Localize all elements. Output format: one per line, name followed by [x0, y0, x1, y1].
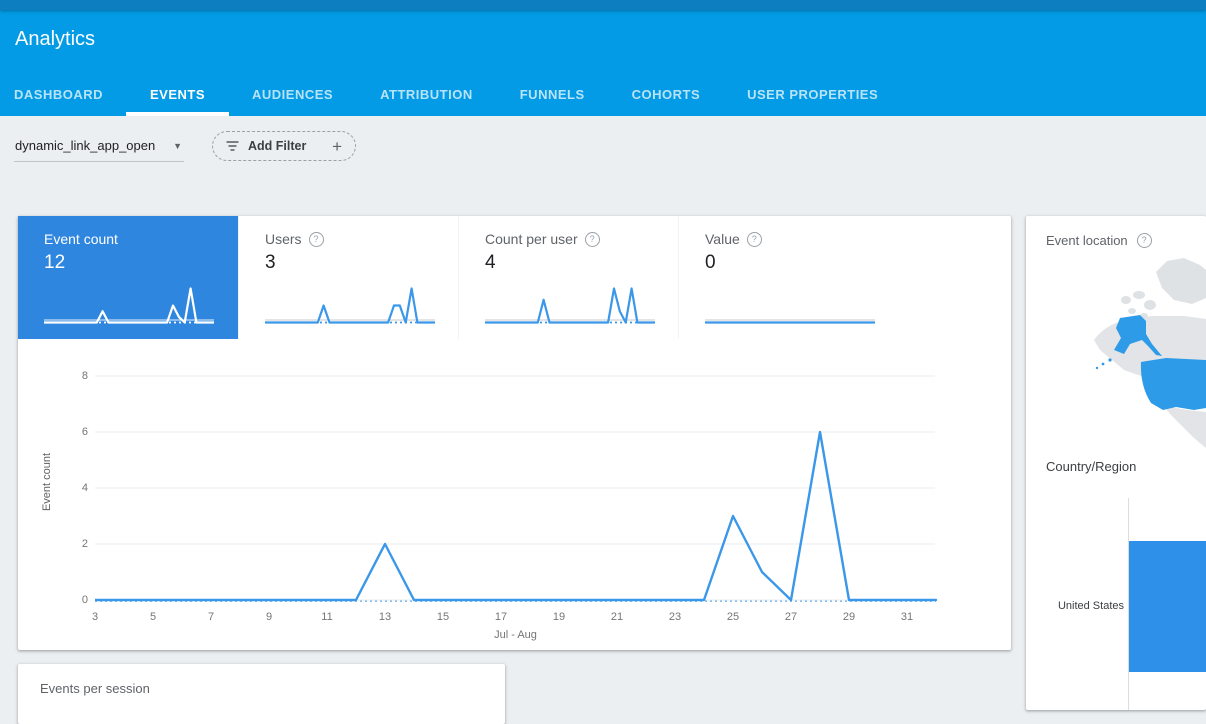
add-filter-label: Add Filter	[248, 139, 306, 153]
united-states-bar-label: United States	[1032, 600, 1124, 612]
x-tick-label: 15	[428, 610, 458, 624]
y-tick-label: 2	[60, 537, 88, 551]
map-aleutian-dot	[1102, 363, 1105, 366]
x-tick-label: 21	[602, 610, 632, 624]
united-states-bar[interactable]	[1129, 541, 1206, 672]
users-sparkline	[265, 280, 435, 328]
map-island	[1121, 296, 1131, 304]
tab-attribution[interactable]: ATTRIBUTION	[380, 87, 473, 116]
help-icon[interactable]: ?	[747, 232, 762, 247]
events-chart-card: Event count 12 Users? 3 Count per user? …	[18, 216, 1011, 650]
y-tick-label: 8	[60, 369, 88, 383]
map-mexico	[1164, 406, 1206, 448]
metric-label: Event count	[44, 231, 118, 247]
value-sparkline	[705, 280, 875, 328]
x-tick-label: 7	[196, 610, 226, 624]
tab-dashboard[interactable]: DASHBOARD	[14, 87, 103, 116]
map-aleutian-dot	[1108, 358, 1111, 361]
map-aleutian-dot	[1096, 367, 1098, 369]
header-tab-bar: DASHBOARD EVENTS AUDIENCES ATTRIBUTION F…	[14, 87, 878, 116]
event-count-sparkline	[44, 280, 214, 328]
tab-events[interactable]: EVENTS	[150, 87, 205, 116]
x-tick-label: 23	[660, 610, 690, 624]
map-usa-highlight	[1141, 358, 1206, 410]
metric-label: Users?	[265, 231, 324, 247]
tab-funnels[interactable]: FUNNELS	[520, 87, 585, 116]
metric-tab-count-per-user[interactable]: Count per user? 4	[458, 216, 678, 339]
metric-label: Value?	[705, 231, 762, 247]
x-tick-label: 27	[776, 610, 806, 624]
map-greenland	[1156, 258, 1206, 304]
events-per-session-title: Events per session	[40, 681, 150, 696]
browser-top-strip	[0, 0, 1206, 10]
metric-label: Count per user?	[485, 231, 600, 247]
event-location-title: Event location?	[1046, 233, 1152, 248]
app-header: Analytics DASHBOARD EVENTS AUDIENCES ATT…	[0, 10, 1206, 116]
x-tick-label: 19	[544, 610, 574, 624]
y-tick-label: 0	[60, 593, 88, 607]
event-count-line-chart[interactable]	[95, 368, 940, 608]
metric-value: 4	[485, 252, 496, 274]
x-tick-label: 11	[312, 610, 342, 624]
x-tick-label: 31	[892, 610, 922, 624]
map-island	[1144, 300, 1156, 310]
tab-cohorts[interactable]: COHORTS	[632, 87, 701, 116]
add-filter-button[interactable]: Add Filter +	[212, 131, 356, 161]
help-icon[interactable]: ?	[585, 232, 600, 247]
metric-value: 0	[705, 252, 716, 274]
north-america-geo-map[interactable]	[1026, 258, 1206, 458]
metric-tab-row: Event count 12 Users? 3 Count per user? …	[18, 216, 1011, 339]
metric-value: 12	[44, 252, 65, 274]
help-icon[interactable]: ?	[309, 232, 324, 247]
page-title: Analytics	[15, 28, 95, 51]
x-tick-label: 29	[834, 610, 864, 624]
count-per-user-sparkline	[485, 280, 655, 328]
metric-value: 3	[265, 252, 276, 274]
tab-audiences[interactable]: AUDIENCES	[252, 87, 333, 116]
x-tick-label: 5	[138, 610, 168, 624]
map-island	[1128, 308, 1136, 314]
x-tick-label: 17	[486, 610, 516, 624]
tab-user-properties[interactable]: USER PROPERTIES	[747, 87, 878, 116]
chevron-down-icon: ▼	[173, 141, 182, 151]
country-region-header: Country/Region	[1046, 459, 1136, 474]
x-axis-title: Jul - Aug	[95, 629, 936, 641]
y-tick-label: 4	[60, 481, 88, 495]
events-per-session-card: Events per session	[18, 664, 505, 724]
x-tick-label: 3	[80, 610, 110, 624]
y-tick-label: 6	[60, 425, 88, 439]
map-island	[1133, 291, 1145, 299]
metric-tab-event-count[interactable]: Event count 12	[18, 216, 238, 339]
metric-tab-users[interactable]: Users? 3	[238, 216, 458, 339]
x-tick-label: 25	[718, 610, 748, 624]
plus-icon: +	[332, 138, 342, 155]
filter-icon	[226, 140, 239, 152]
help-icon[interactable]: ?	[1137, 233, 1152, 248]
event-dropdown[interactable]: dynamic_link_app_open ▼	[14, 132, 184, 162]
x-tick-label: 13	[370, 610, 400, 624]
event-location-card: Event location? Country/Region United St…	[1026, 216, 1206, 710]
metric-tab-value[interactable]: Value? 0	[678, 216, 898, 339]
x-tick-label: 9	[254, 610, 284, 624]
y-axis-title: Event count	[41, 416, 53, 548]
event-dropdown-value: dynamic_link_app_open	[15, 138, 155, 153]
